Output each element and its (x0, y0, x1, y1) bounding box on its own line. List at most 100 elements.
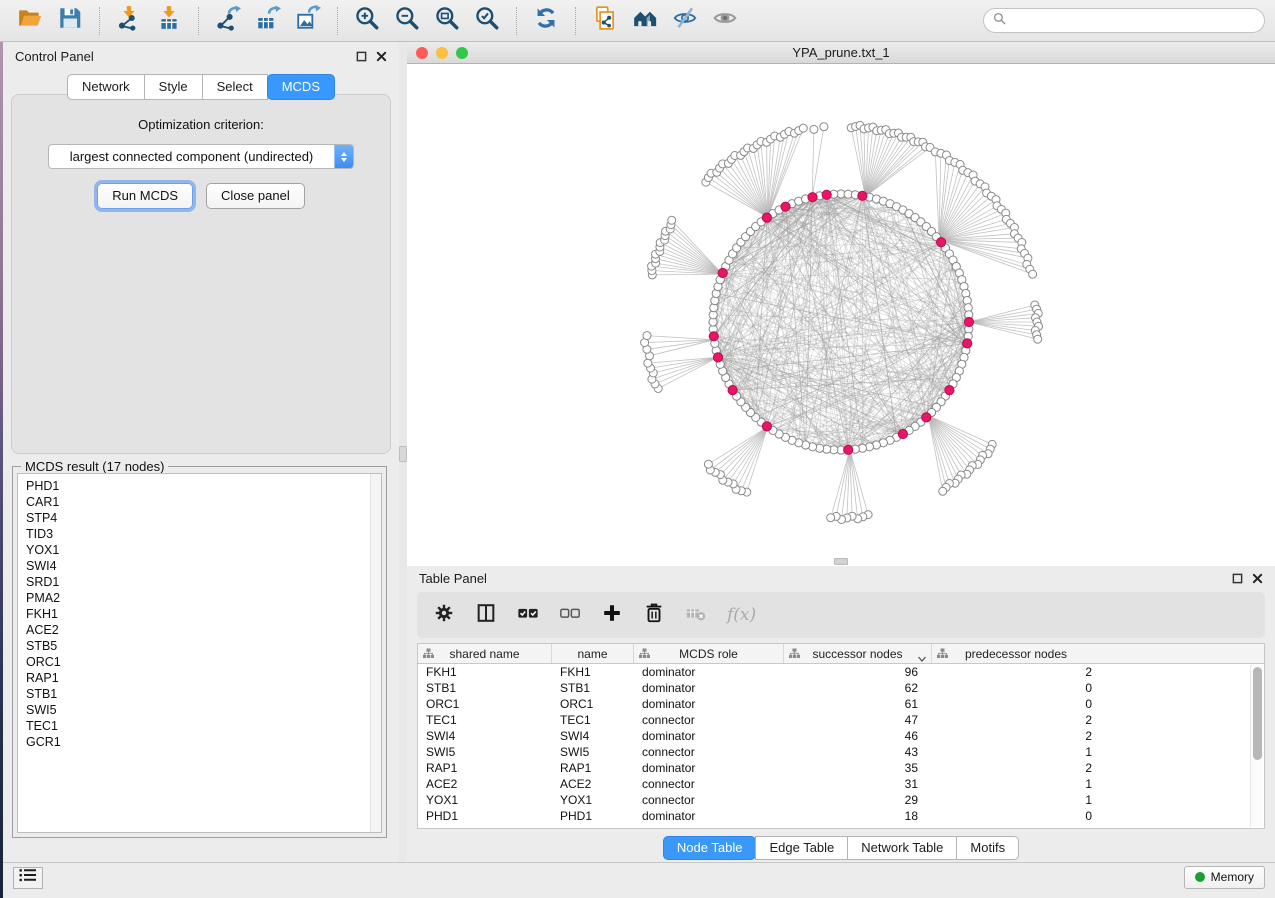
trash-icon (643, 602, 665, 629)
optimization-criterion-select[interactable]: largest connected component (undirected) (48, 144, 354, 169)
table-cell: TEC1 (418, 713, 552, 727)
tab-style[interactable]: Style (144, 74, 203, 100)
table-scrollbar-thumb[interactable] (1253, 667, 1262, 760)
plus-icon (601, 602, 623, 629)
import-table-button[interactable] (149, 4, 189, 38)
vertical-splitter[interactable] (399, 42, 407, 862)
tab-network[interactable]: Network (67, 74, 145, 100)
memory-button[interactable]: Memory (1184, 866, 1265, 889)
optimization-criterion-label: Optimization criterion: (12, 117, 390, 132)
zoom-in-button[interactable] (347, 4, 387, 38)
show-hidden-button[interactable] (705, 4, 745, 38)
table-row[interactable]: ACE2ACE2connector311 (418, 776, 1264, 792)
table-row[interactable]: SWI4SWI4dominator462 (418, 728, 1264, 744)
hide-selected-button[interactable] (665, 4, 705, 38)
delete-column-button[interactable] (643, 602, 665, 629)
column-header-name[interactable]: name (552, 644, 634, 663)
export-image-button[interactable] (288, 4, 328, 38)
show-column-panel-button[interactable] (475, 602, 497, 629)
float-panel-icon[interactable] (1232, 573, 1243, 584)
memory-label: Memory (1211, 870, 1254, 884)
network-view-canvas[interactable] (407, 64, 1275, 566)
table-row[interactable]: YOX1YOX1connector291 (418, 792, 1264, 808)
tab-motifs[interactable]: Motifs (956, 836, 1019, 860)
clone-network-button[interactable] (585, 4, 625, 38)
columns-icon (475, 602, 497, 629)
export-network-button[interactable] (208, 4, 248, 38)
mcds-result-item[interactable]: GCR1 (26, 734, 381, 750)
zoom-fit-button[interactable] (427, 4, 467, 38)
tab-select[interactable]: Select (202, 74, 268, 100)
mcds-result-item[interactable]: PHD1 (26, 478, 381, 494)
table-panel-title: Table Panel (419, 571, 487, 586)
mcds-result-item[interactable]: TEC1 (26, 718, 381, 734)
column-header-mcds-role[interactable]: MCDS role (634, 644, 784, 663)
close-panel-icon[interactable] (376, 51, 387, 62)
select-all-rows-button[interactable] (517, 602, 539, 629)
table-row[interactable]: PHD1PHD1dominator180 (418, 808, 1264, 824)
save-session-button[interactable] (50, 4, 90, 38)
zoom-selected-button[interactable] (467, 4, 507, 38)
refresh-view-button[interactable] (526, 4, 566, 38)
table-cell: 1 (932, 793, 1100, 807)
search-icon (993, 12, 1006, 30)
table-cell: STB1 (418, 681, 552, 695)
tab-edge-table[interactable]: Edge Table (755, 836, 848, 860)
export-table-button[interactable] (248, 4, 288, 38)
deselect-all-rows-button[interactable] (559, 602, 581, 629)
mcds-result-item[interactable]: ACE2 (26, 622, 381, 638)
close-panel-icon[interactable] (1252, 573, 1263, 584)
mcds-result-scrollbar[interactable] (370, 474, 381, 832)
mcds-result-list[interactable]: PHD1CAR1STP4TID3YOX1SWI4SRD1PMA2FKH1ACE2… (17, 473, 382, 833)
search-input[interactable] (1012, 14, 1255, 28)
run-mcds-button[interactable]: Run MCDS (97, 183, 193, 209)
table-settings-button[interactable] (433, 602, 455, 629)
mcds-result-item[interactable]: STP4 (26, 510, 381, 526)
mcds-result-item[interactable]: STB1 (26, 686, 381, 702)
mcds-result-item[interactable]: SWI5 (26, 702, 381, 718)
criterion-selected-value: largest connected component (undirected) (49, 149, 334, 164)
mcds-result-item[interactable]: PMA2 (26, 590, 381, 606)
table-row[interactable]: SWI5SWI5connector431 (418, 744, 1264, 760)
column-header-shared-name[interactable]: shared name (418, 644, 552, 663)
table-row[interactable]: ORC1ORC1dominator610 (418, 696, 1264, 712)
mcds-result-item[interactable]: YOX1 (26, 542, 381, 558)
table-row[interactable]: FKH1FKH1dominator962 (418, 664, 1264, 680)
table-row[interactable]: TEC1TEC1connector472 (418, 712, 1264, 728)
add-column-button[interactable] (601, 602, 623, 629)
mcds-result-item[interactable]: RAP1 (26, 670, 381, 686)
column-header-successor-nodes[interactable]: successor nodes (784, 644, 932, 663)
table-cell: 61 (784, 697, 932, 711)
table-row[interactable]: STB1STB1dominator620 (418, 680, 1264, 696)
zoom-out-button[interactable] (387, 4, 427, 38)
network-window-titlebar: YPA_prune.txt_1 (407, 42, 1275, 64)
network-graph[interactable] (407, 64, 1275, 566)
float-panel-icon[interactable] (356, 51, 367, 62)
mcds-result-item[interactable]: SRD1 (26, 574, 381, 590)
table-cell: FKH1 (418, 665, 552, 679)
vertical-splitter-handle[interactable] (399, 446, 407, 462)
show-all-button[interactable] (625, 4, 665, 38)
table-cell: SWI5 (552, 745, 634, 759)
tab-network-table[interactable]: Network Table (847, 836, 957, 860)
mcds-result-item[interactable]: SWI4 (26, 558, 381, 574)
import-network-button[interactable] (109, 4, 149, 38)
task-history-button[interactable] (13, 867, 43, 889)
close-panel-button[interactable]: Close panel (206, 183, 305, 209)
column-type-icon (789, 648, 800, 662)
column-header-predecessor-nodes[interactable]: predecessor nodes (932, 644, 1100, 663)
horizontal-splitter-handle[interactable] (834, 558, 848, 565)
memory-status-icon (1195, 872, 1205, 882)
mcds-result-item[interactable]: STB5 (26, 638, 381, 654)
table-row[interactable]: RAP1RAP1dominator352 (418, 760, 1264, 776)
mcds-result-item[interactable]: FKH1 (26, 606, 381, 622)
mcds-result-title: MCDS result (17 nodes) (21, 459, 168, 474)
search-field[interactable] (983, 8, 1265, 33)
table-scrollbar[interactable] (1250, 665, 1263, 827)
tab-node-table[interactable]: Node Table (663, 836, 757, 860)
mcds-result-item[interactable]: TID3 (26, 526, 381, 542)
mcds-result-item[interactable]: CAR1 (26, 494, 381, 510)
mcds-result-item[interactable]: ORC1 (26, 654, 381, 670)
tab-mcds[interactable]: MCDS (267, 74, 335, 100)
open-session-button[interactable] (10, 4, 50, 38)
